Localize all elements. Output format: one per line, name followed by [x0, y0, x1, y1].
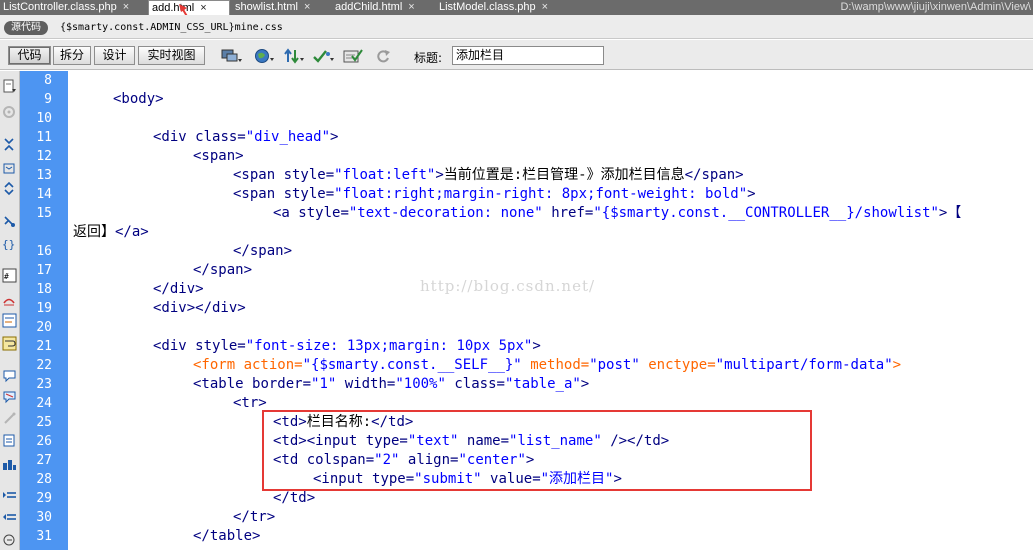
code-line[interactable]: <div style="font-size: 13px;margin: 10px…: [73, 337, 541, 356]
tab-addchild[interactable]: addChild.html ×: [332, 0, 415, 15]
code-line[interactable]: <span style="float:right;margin-right: 8…: [73, 185, 756, 204]
expand-all-icon[interactable]: [2, 181, 17, 196]
w3c-validation-icon[interactable]: [313, 48, 335, 64]
close-icon[interactable]: ×: [123, 1, 129, 13]
line-number: 18: [36, 282, 52, 297]
tab-listcontroller[interactable]: ListController.class.php ×: [0, 0, 129, 15]
multiscreen-icon[interactable]: [220, 48, 242, 64]
source-code-button[interactable]: 源代码: [4, 21, 48, 35]
line-number: 20: [36, 320, 52, 335]
code-line[interactable]: <div></div>: [73, 299, 246, 318]
line-number: 8: [44, 73, 52, 88]
code-line[interactable]: <a style="text-decoration: none" href="{…: [73, 204, 961, 223]
close-icon[interactable]: ×: [200, 2, 206, 14]
code-line[interactable]: 返回】</a>: [73, 223, 149, 242]
tab-label: showlist.html: [235, 1, 298, 13]
line-number: 27: [36, 453, 52, 468]
code-line[interactable]: <span>: [73, 147, 244, 166]
line-number: 14: [36, 187, 52, 202]
word-wrap-icon[interactable]: [2, 336, 17, 351]
preview-in-browser-icon[interactable]: [253, 48, 275, 64]
line-number: [20, 223, 52, 242]
document-tab-bar: ListController.class.php × add.html × show…: [0, 0, 1033, 15]
file-management-icon[interactable]: [283, 48, 305, 64]
line-number: 23: [36, 377, 52, 392]
close-icon[interactable]: ×: [542, 1, 548, 13]
document-title-input[interactable]: 添加栏目: [452, 46, 604, 65]
open-documents-icon[interactable]: [2, 79, 17, 94]
code-line[interactable]: <tr>: [73, 394, 267, 413]
wrap-tag-icon[interactable]: [2, 411, 17, 426]
line-number: 13: [36, 168, 52, 183]
code-line[interactable]: <div class="div_head">: [73, 128, 338, 147]
select-parent-tag-icon[interactable]: [2, 214, 17, 229]
outdent-code-icon[interactable]: [2, 511, 17, 526]
line-number: 26: [36, 434, 52, 449]
line-number: 17: [36, 263, 52, 278]
tab-listmodel[interactable]: ListModel.class.php ×: [436, 0, 548, 15]
line-numbers-icon[interactable]: #: [2, 268, 17, 283]
code-line[interactable]: </span>: [73, 242, 292, 261]
svg-text:{}: {}: [2, 238, 15, 251]
balance-braces-icon[interactable]: {}: [2, 236, 17, 251]
line-number: 16: [36, 244, 52, 259]
line-number: 22: [36, 358, 52, 373]
line-number: 29: [36, 491, 52, 506]
format-source-icon[interactable]: [2, 533, 17, 548]
code-line[interactable]: <table border="1" width="100%" class="ta…: [73, 375, 589, 394]
highlight-invalid-code-icon[interactable]: [2, 292, 17, 307]
highlight-annotation-box: [262, 410, 812, 491]
code-line[interactable]: </div>: [73, 280, 204, 299]
close-icon[interactable]: ×: [304, 1, 310, 13]
show-code-navigator-icon[interactable]: [2, 105, 17, 120]
recent-snippets-icon[interactable]: [2, 433, 17, 448]
remove-comment-icon[interactable]: [2, 389, 17, 404]
tab-label: addChild.html: [335, 1, 403, 13]
watermark: http://blog.csdn.net/: [420, 277, 596, 295]
code-view-button[interactable]: 代码: [8, 46, 51, 65]
collapse-selection-icon[interactable]: [2, 161, 17, 176]
apply-comment-icon[interactable]: [2, 368, 17, 383]
code-line[interactable]: <span style="float:left">当前位置是:栏目管理-》添加栏…: [73, 166, 744, 185]
line-number: 11: [36, 130, 52, 145]
file-path: D:\wamp\www\jiuji\xinwen\Admin\View\: [840, 1, 1031, 13]
collapse-full-tag-icon[interactable]: [2, 137, 17, 152]
line-number: 19: [36, 301, 52, 316]
line-number: 30: [36, 510, 52, 525]
split-view-button[interactable]: 拆分: [53, 46, 91, 65]
code-line[interactable]: </span>: [73, 261, 252, 280]
related-files-bar: 源代码 {$smarty.const.ADMIN_CSS_URL}mine.cs…: [0, 15, 1033, 39]
line-number: 28: [36, 472, 52, 487]
tab-label: ListController.class.php: [3, 1, 117, 13]
syntax-coloring-icon[interactable]: [2, 313, 17, 328]
check-browser-compat-icon[interactable]: [343, 48, 365, 64]
line-number: 15: [36, 206, 52, 221]
code-line[interactable]: <body>: [73, 90, 164, 109]
tab-showlist[interactable]: showlist.html ×: [232, 0, 310, 15]
line-number: 21: [36, 339, 52, 354]
line-number: 25: [36, 415, 52, 430]
close-icon[interactable]: ×: [408, 1, 414, 13]
document-title-label: 标题:: [414, 51, 443, 65]
svg-text:#: #: [4, 272, 9, 281]
move-css-icon[interactable]: [2, 457, 17, 472]
document-toolbar: 代码 拆分 设计 实时视图 标题: 添加栏目: [0, 40, 1033, 70]
code-line[interactable]: </td>: [73, 489, 315, 508]
indent-code-icon[interactable]: [2, 489, 17, 504]
code-line[interactable]: </tr>: [73, 508, 275, 527]
line-number: 31: [36, 529, 52, 544]
line-number: 10: [36, 111, 52, 126]
design-view-button[interactable]: 设计: [94, 46, 135, 65]
code-line[interactable]: <form action="{$smarty.const.__SELF__}" …: [73, 356, 901, 375]
line-number: 9: [44, 92, 52, 107]
code-line[interactable]: </table>: [73, 527, 260, 546]
refresh-icon[interactable]: [373, 48, 395, 64]
tab-label: ListModel.class.php: [439, 1, 536, 13]
line-number: 24: [36, 396, 52, 411]
related-file-link[interactable]: {$smarty.const.ADMIN_CSS_URL}mine.css: [60, 22, 283, 33]
coding-toolbar: {} #: [0, 71, 20, 550]
live-view-button[interactable]: 实时视图: [138, 46, 205, 65]
line-number: 12: [36, 149, 52, 164]
